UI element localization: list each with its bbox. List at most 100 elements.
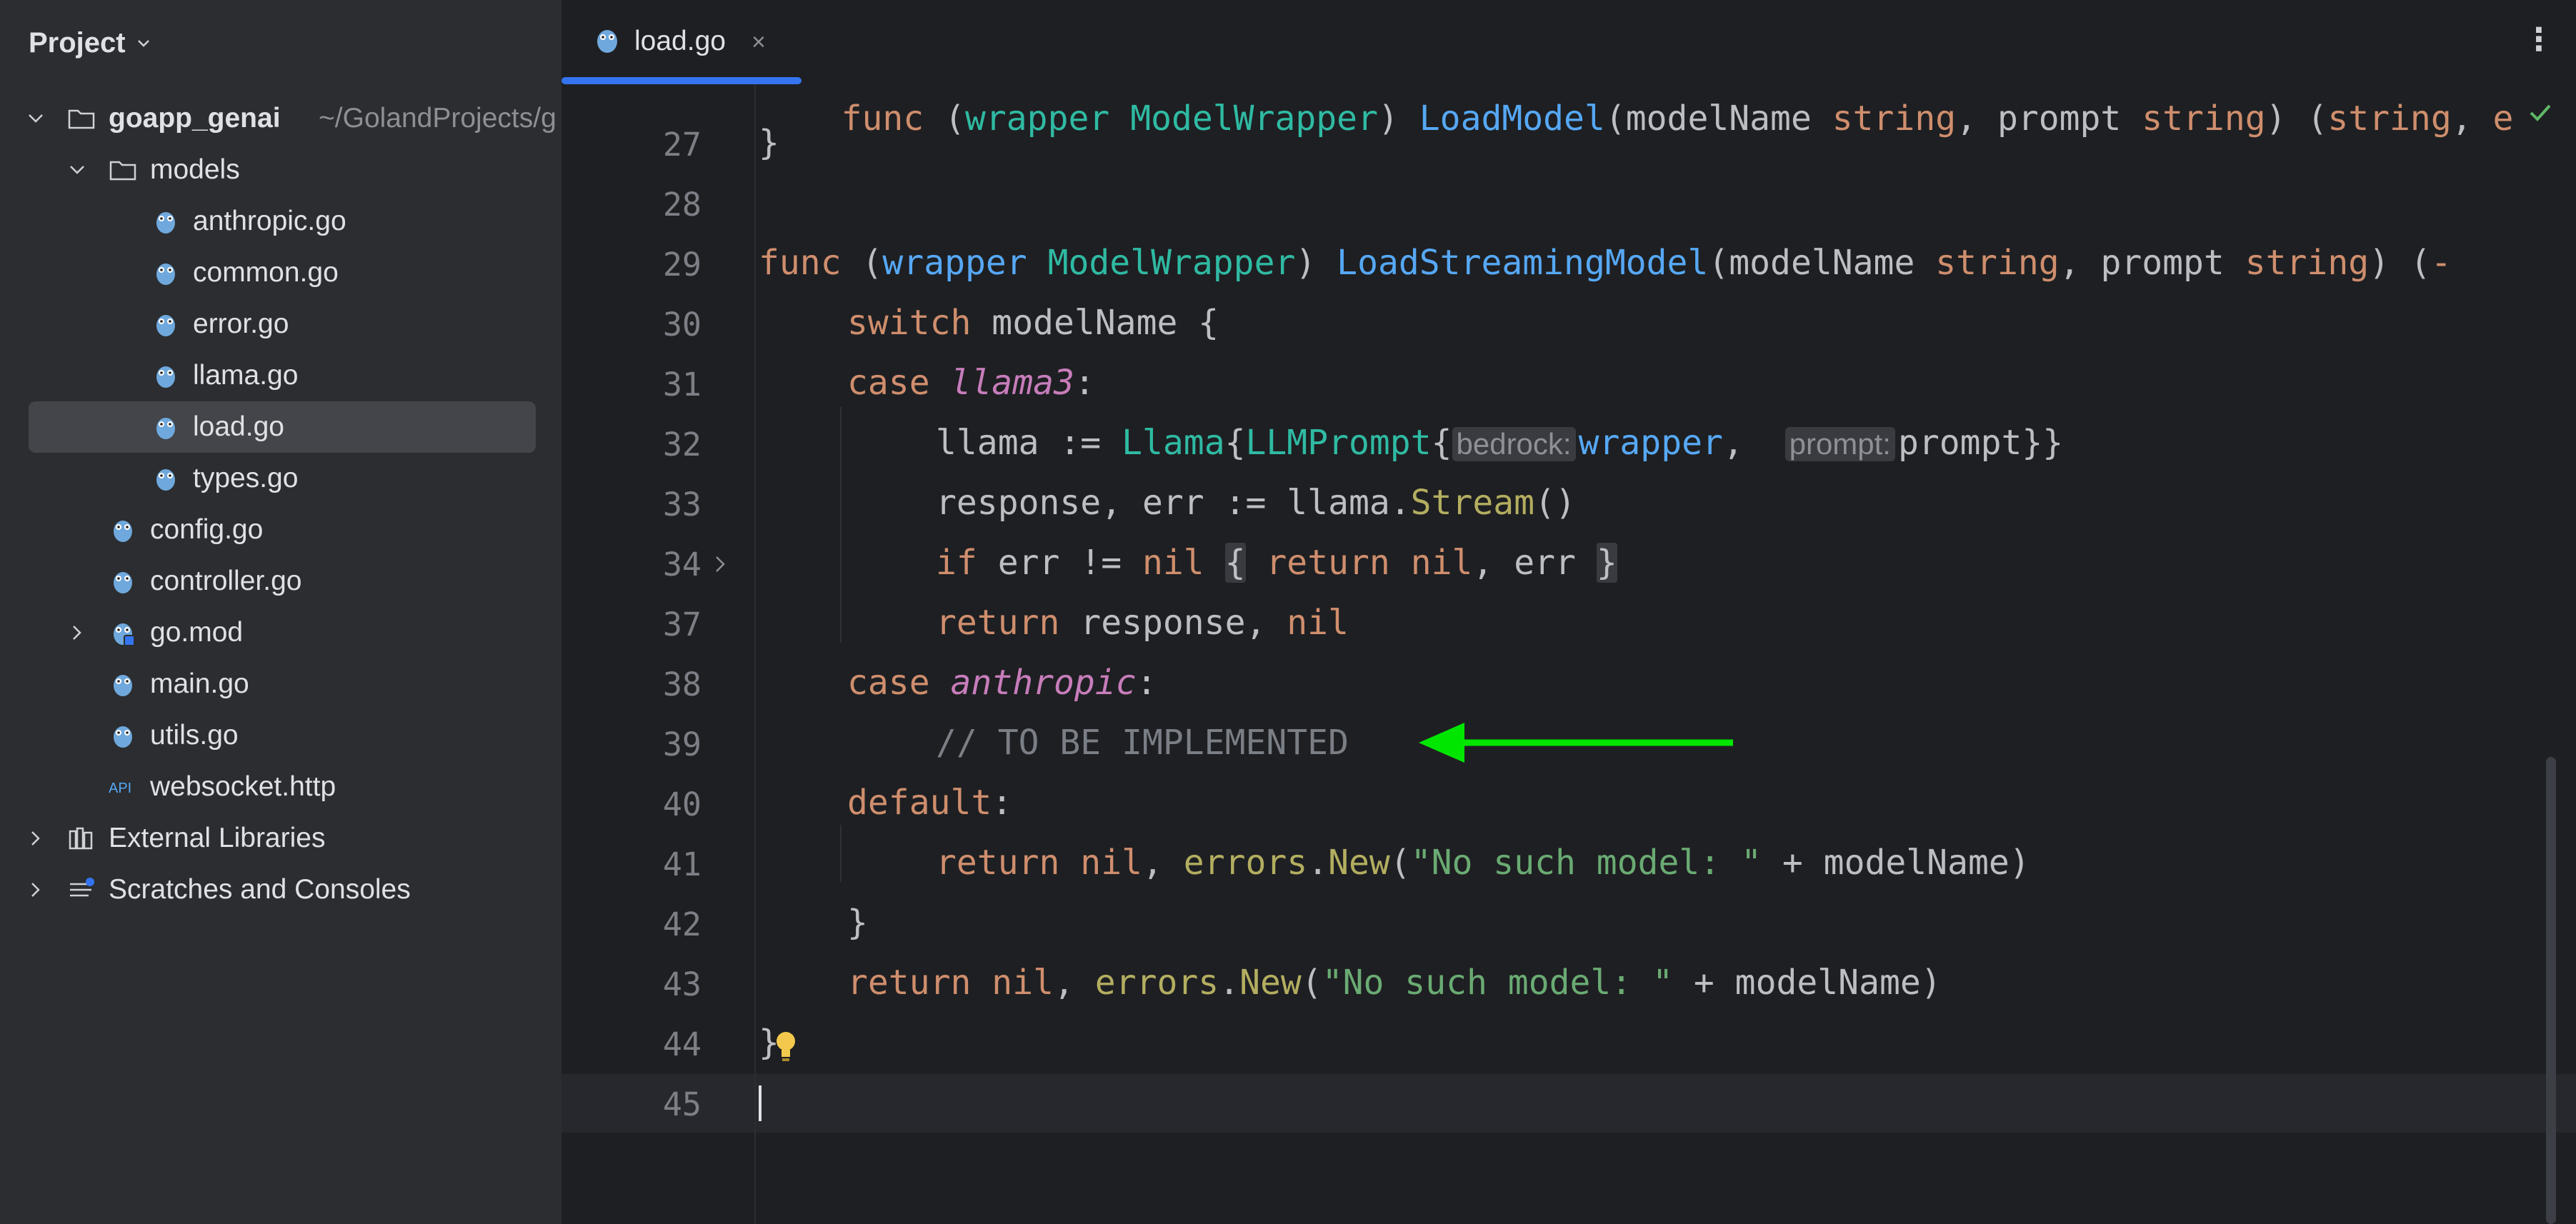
indent-guide xyxy=(840,407,842,643)
code-line-34[interactable]: if err != nil { return nil, err } xyxy=(936,543,1617,583)
line-number: 43 xyxy=(662,965,702,1003)
code-token: switch xyxy=(847,303,972,343)
tree-item[interactable]: llama.go xyxy=(0,350,561,401)
tree-item[interactable]: common.go xyxy=(0,247,561,299)
line-number: 38 xyxy=(662,666,702,703)
line-number: 42 xyxy=(662,906,702,943)
tree-item-label: controller.go xyxy=(150,566,302,596)
code-token: nil xyxy=(1287,603,1349,643)
line-number: 45 xyxy=(662,1085,702,1123)
code-line-38[interactable]: case anthropic: xyxy=(847,663,1157,703)
tree-item-label: main.go xyxy=(150,668,249,699)
go-file-icon xyxy=(114,726,132,748)
code-line-42[interactable]: } xyxy=(847,903,868,943)
code-token: errors xyxy=(1183,843,1308,883)
chevron-right-icon[interactable] xyxy=(67,623,87,643)
parameter-hint: prompt: xyxy=(1784,427,1895,461)
tree-item[interactable]: controller.go xyxy=(0,556,561,607)
line-number: 37 xyxy=(662,606,702,643)
line-number: 40 xyxy=(662,786,702,823)
code-token: nil xyxy=(1142,543,1204,583)
project-view-header[interactable]: Project xyxy=(29,23,151,63)
code-token: wrapper xyxy=(1578,423,1723,463)
tree-item-label: anthropic.go xyxy=(193,206,346,236)
tree-item[interactable]: load.go xyxy=(0,401,561,453)
library-icon xyxy=(69,827,93,850)
code-token: wrapper xyxy=(882,243,1027,283)
code-line-33[interactable]: response, err := llama.Stream() xyxy=(936,483,1576,523)
code-token: () xyxy=(1534,483,1576,523)
parameter-hint: bedrock: xyxy=(1452,427,1576,461)
code-line-31[interactable]: case llama3: xyxy=(847,363,1095,403)
tree-item[interactable]: error.go xyxy=(0,299,561,350)
code-token: , err xyxy=(1472,543,1576,583)
chevron-right-icon[interactable] xyxy=(26,880,46,900)
tab-label: load.go xyxy=(634,26,726,56)
chevron-right-icon[interactable] xyxy=(26,828,46,848)
go-file-icon xyxy=(156,469,175,491)
tree-item-label: types.go xyxy=(193,463,299,493)
chevron-down-icon[interactable] xyxy=(26,109,46,129)
tree-item[interactable]: main.go xyxy=(0,658,561,710)
line-number: 41 xyxy=(662,846,702,883)
tree-item[interactable]: anthropic.go xyxy=(0,196,561,247)
code-token: LLMPrompt xyxy=(1245,423,1432,463)
go-file-icon xyxy=(156,315,175,336)
line-number: 34 xyxy=(662,546,702,583)
code-token: nil xyxy=(1410,543,1473,583)
code-token: return xyxy=(1266,543,1390,583)
code-line-27[interactable]: } xyxy=(759,123,779,163)
code-token: llama := xyxy=(936,423,1122,463)
close-icon[interactable]: × xyxy=(752,29,766,56)
folder-icon xyxy=(109,161,136,181)
tree-item[interactable]: External Libraries xyxy=(0,813,561,864)
code-line-30[interactable]: switch modelName { xyxy=(847,303,1219,343)
current-line-highlight xyxy=(561,1074,2576,1133)
tree-item-label: llama.go xyxy=(193,360,299,391)
go-mod-icon xyxy=(114,623,135,646)
go-file-icon xyxy=(156,366,175,388)
code-token: + modelName) xyxy=(1761,843,2030,883)
code-token: return xyxy=(847,963,972,1003)
more-options-icon[interactable]: ⋮ xyxy=(2523,21,2555,58)
tree-item[interactable]: utils.go xyxy=(0,710,561,761)
code-token: default xyxy=(847,783,992,823)
code-line-37[interactable]: return response, nil xyxy=(936,603,1349,643)
code-line-29[interactable]: func (wrapper ModelWrapper) LoadStreamin… xyxy=(759,243,2452,283)
tree-item[interactable]: config.go xyxy=(0,504,561,556)
tree-item[interactable]: types.go xyxy=(0,453,561,504)
editor-area: load.go × ⋮ 27 28 29 30 31 32 33 34 37 38 39 40 41 42… xyxy=(561,0,2576,1224)
tree-item[interactable]: API websocket.http xyxy=(0,761,561,813)
chevron-down-icon[interactable] xyxy=(67,160,87,180)
tab-load-go[interactable]: load.go × xyxy=(561,0,802,84)
line-number: 39 xyxy=(662,726,702,763)
code-line-43[interactable]: return nil, errors.New("No such model: "… xyxy=(847,963,1942,1003)
tree-item[interactable]: go.mod xyxy=(0,607,561,658)
code-token: case xyxy=(847,363,930,403)
go-file-icon xyxy=(114,521,132,542)
project-path-hint: ~/GolandProjects/g xyxy=(319,103,556,134)
tree-item-label: load.go xyxy=(193,411,284,442)
code-token: string xyxy=(2245,243,2370,283)
fold-expand-icon[interactable] xyxy=(712,550,730,578)
line-number: 28 xyxy=(662,186,702,224)
tree-item-label: go.mod xyxy=(150,617,244,648)
code-line-41[interactable]: return nil, errors.New("No such model: "… xyxy=(936,843,2030,883)
vertical-scrollbar[interactable] xyxy=(2546,757,2556,1224)
code-line-40[interactable]: default: xyxy=(847,783,1012,823)
tree-item[interactable]: models xyxy=(0,144,561,196)
code-token: response, xyxy=(1059,603,1287,643)
tree-item-label: External Libraries xyxy=(109,823,326,853)
line-number: 33 xyxy=(662,486,702,523)
tree-item-label: common.go xyxy=(193,257,339,288)
tree-item[interactable]: goapp_genai ~/GolandProjects/g xyxy=(0,93,561,144)
code-token: nil xyxy=(992,963,1054,1003)
project-sidebar: Project goapp_genai ~/GolandProjects/g mod… xyxy=(0,0,561,1224)
go-file-icon xyxy=(156,418,175,439)
code-line-32[interactable]: llama := Llama{LLMPrompt{bedrock: wrapper… xyxy=(936,423,2063,463)
active-tab-indicator xyxy=(561,77,802,84)
tree-item[interactable]: Scratches and Consoles xyxy=(0,864,561,916)
lightbulb-icon[interactable] xyxy=(773,1028,799,1064)
code-token: if xyxy=(936,543,977,583)
code-line-39[interactable]: // TO BE IMPLEMENTED xyxy=(936,723,1349,763)
